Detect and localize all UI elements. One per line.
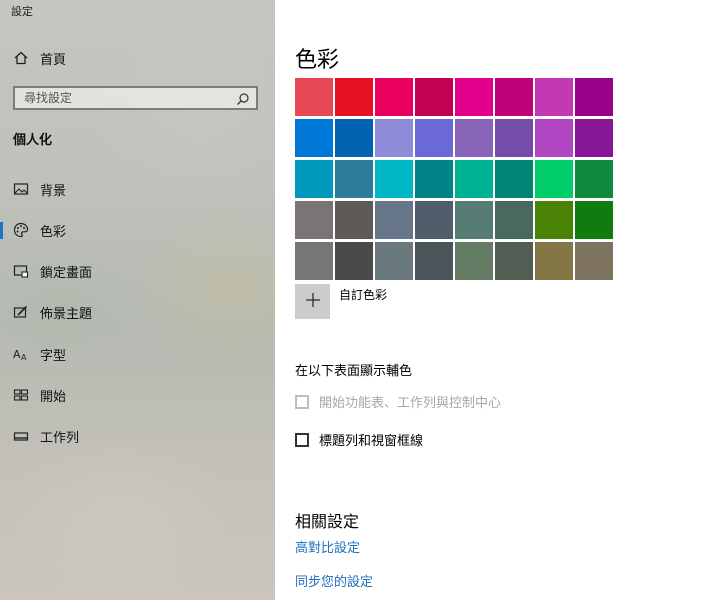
color-swatch[interactable]: [535, 242, 573, 280]
color-swatch[interactable]: [495, 242, 533, 280]
checkbox-start-taskbar[interactable]: 開始功能表、工作列與控制中心: [295, 392, 501, 411]
color-swatch[interactable]: [495, 160, 533, 198]
color-swatch[interactable]: [295, 160, 333, 198]
color-swatch[interactable]: [415, 242, 453, 280]
color-swatch[interactable]: [495, 119, 533, 157]
lock-screen-icon: [13, 263, 29, 279]
related-settings-title: 相關設定: [295, 512, 360, 531]
color-swatch[interactable]: [295, 242, 333, 280]
sidebar-item-label: 開始: [40, 389, 67, 405]
search-box[interactable]: [13, 86, 258, 110]
color-swatch-grid: [295, 78, 613, 280]
color-swatch[interactable]: [375, 160, 413, 198]
color-swatch[interactable]: [535, 78, 573, 116]
color-swatch[interactable]: [335, 78, 373, 116]
color-swatch[interactable]: [455, 119, 493, 157]
section-title: 個人化: [13, 133, 53, 148]
svg-text:A: A: [13, 348, 21, 361]
color-swatch[interactable]: [455, 160, 493, 198]
sidebar-item-label: 鎖定畫面: [40, 265, 93, 281]
sidebar: 設定 首頁 個人化 背景 色彩 鎖定畫面 佈景主題: [0, 0, 275, 600]
theme-brush-icon: [13, 304, 29, 320]
color-swatch[interactable]: [575, 201, 613, 239]
color-swatch[interactable]: [295, 119, 333, 157]
color-swatch[interactable]: [575, 78, 613, 116]
search-input[interactable]: [24, 88, 224, 108]
color-swatch[interactable]: [375, 78, 413, 116]
color-swatch[interactable]: [375, 242, 413, 280]
color-swatch[interactable]: [295, 201, 333, 239]
checkbox-label: 標題列和視窗框線: [319, 434, 424, 449]
color-swatch[interactable]: [535, 201, 573, 239]
custom-color-button[interactable]: [295, 284, 330, 319]
color-swatch[interactable]: [415, 119, 453, 157]
image-icon: [13, 181, 29, 197]
sidebar-item-start[interactable]: 開始: [0, 377, 275, 413]
sidebar-item-lock-screen[interactable]: 鎖定畫面: [0, 253, 275, 289]
color-swatch[interactable]: [575, 242, 613, 280]
sync-settings-link[interactable]: 同步您的設定: [295, 571, 373, 590]
color-swatch[interactable]: [415, 160, 453, 198]
checkbox-title-bars-box[interactable]: [295, 432, 309, 447]
color-swatch[interactable]: [335, 201, 373, 239]
checkbox-start-taskbar-box[interactable]: [295, 394, 309, 409]
color-swatch[interactable]: [535, 119, 573, 157]
sidebar-item-label: 首頁: [40, 52, 67, 68]
color-swatch[interactable]: [575, 119, 613, 157]
main-content: 色彩 自訂色彩 在以下表面顯示輔色 開始功能表、工作列與控制中心 標題列和視窗框…: [275, 0, 720, 600]
color-swatch[interactable]: [455, 201, 493, 239]
search-icon[interactable]: [236, 91, 250, 105]
window-title: 設定: [11, 5, 33, 18]
home-icon: [13, 50, 29, 66]
start-grid-icon: [13, 387, 29, 403]
svg-text:A: A: [21, 353, 27, 362]
sidebar-item-themes[interactable]: 佈景主題: [0, 294, 275, 330]
color-swatch[interactable]: [455, 78, 493, 116]
selection-indicator: [0, 222, 3, 239]
checkbox-title-bars[interactable]: 標題列和視窗框線: [295, 430, 423, 449]
color-swatch[interactable]: [375, 119, 413, 157]
color-swatch[interactable]: [495, 201, 533, 239]
high-contrast-link[interactable]: 高對比設定: [295, 537, 360, 556]
sidebar-item-fonts[interactable]: AA 字型: [0, 336, 275, 372]
sidebar-item-home[interactable]: 首頁: [0, 40, 275, 76]
sidebar-item-colors[interactable]: 色彩: [0, 212, 275, 248]
page-title: 色彩: [295, 48, 340, 73]
color-swatch[interactable]: [415, 201, 453, 239]
color-swatch[interactable]: [535, 160, 573, 198]
sidebar-item-label: 背景: [40, 183, 67, 199]
color-swatch[interactable]: [375, 201, 413, 239]
checkbox-label: 開始功能表、工作列與控制中心: [319, 396, 502, 411]
palette-icon: [13, 222, 29, 238]
sidebar-item-taskbar[interactable]: 工作列: [0, 418, 275, 454]
taskbar-icon: [13, 428, 29, 444]
color-swatch[interactable]: [295, 78, 333, 116]
sidebar-item-label: 色彩: [40, 224, 67, 240]
color-swatch[interactable]: [455, 242, 493, 280]
font-icon: AA: [13, 346, 29, 362]
plus-icon: [305, 292, 321, 312]
sidebar-item-background[interactable]: 背景: [0, 171, 275, 207]
color-swatch[interactable]: [335, 160, 373, 198]
sidebar-item-label: 字型: [40, 348, 67, 364]
sidebar-item-label: 工作列: [40, 430, 80, 446]
sidebar-item-label: 佈景主題: [40, 306, 93, 322]
color-swatch[interactable]: [575, 160, 613, 198]
color-swatch[interactable]: [335, 119, 373, 157]
custom-color-label[interactable]: 自訂色彩: [339, 286, 387, 303]
color-swatch[interactable]: [335, 242, 373, 280]
color-swatch[interactable]: [495, 78, 533, 116]
color-swatch[interactable]: [415, 78, 453, 116]
accent-section-title: 在以下表面顯示輔色: [295, 364, 413, 379]
